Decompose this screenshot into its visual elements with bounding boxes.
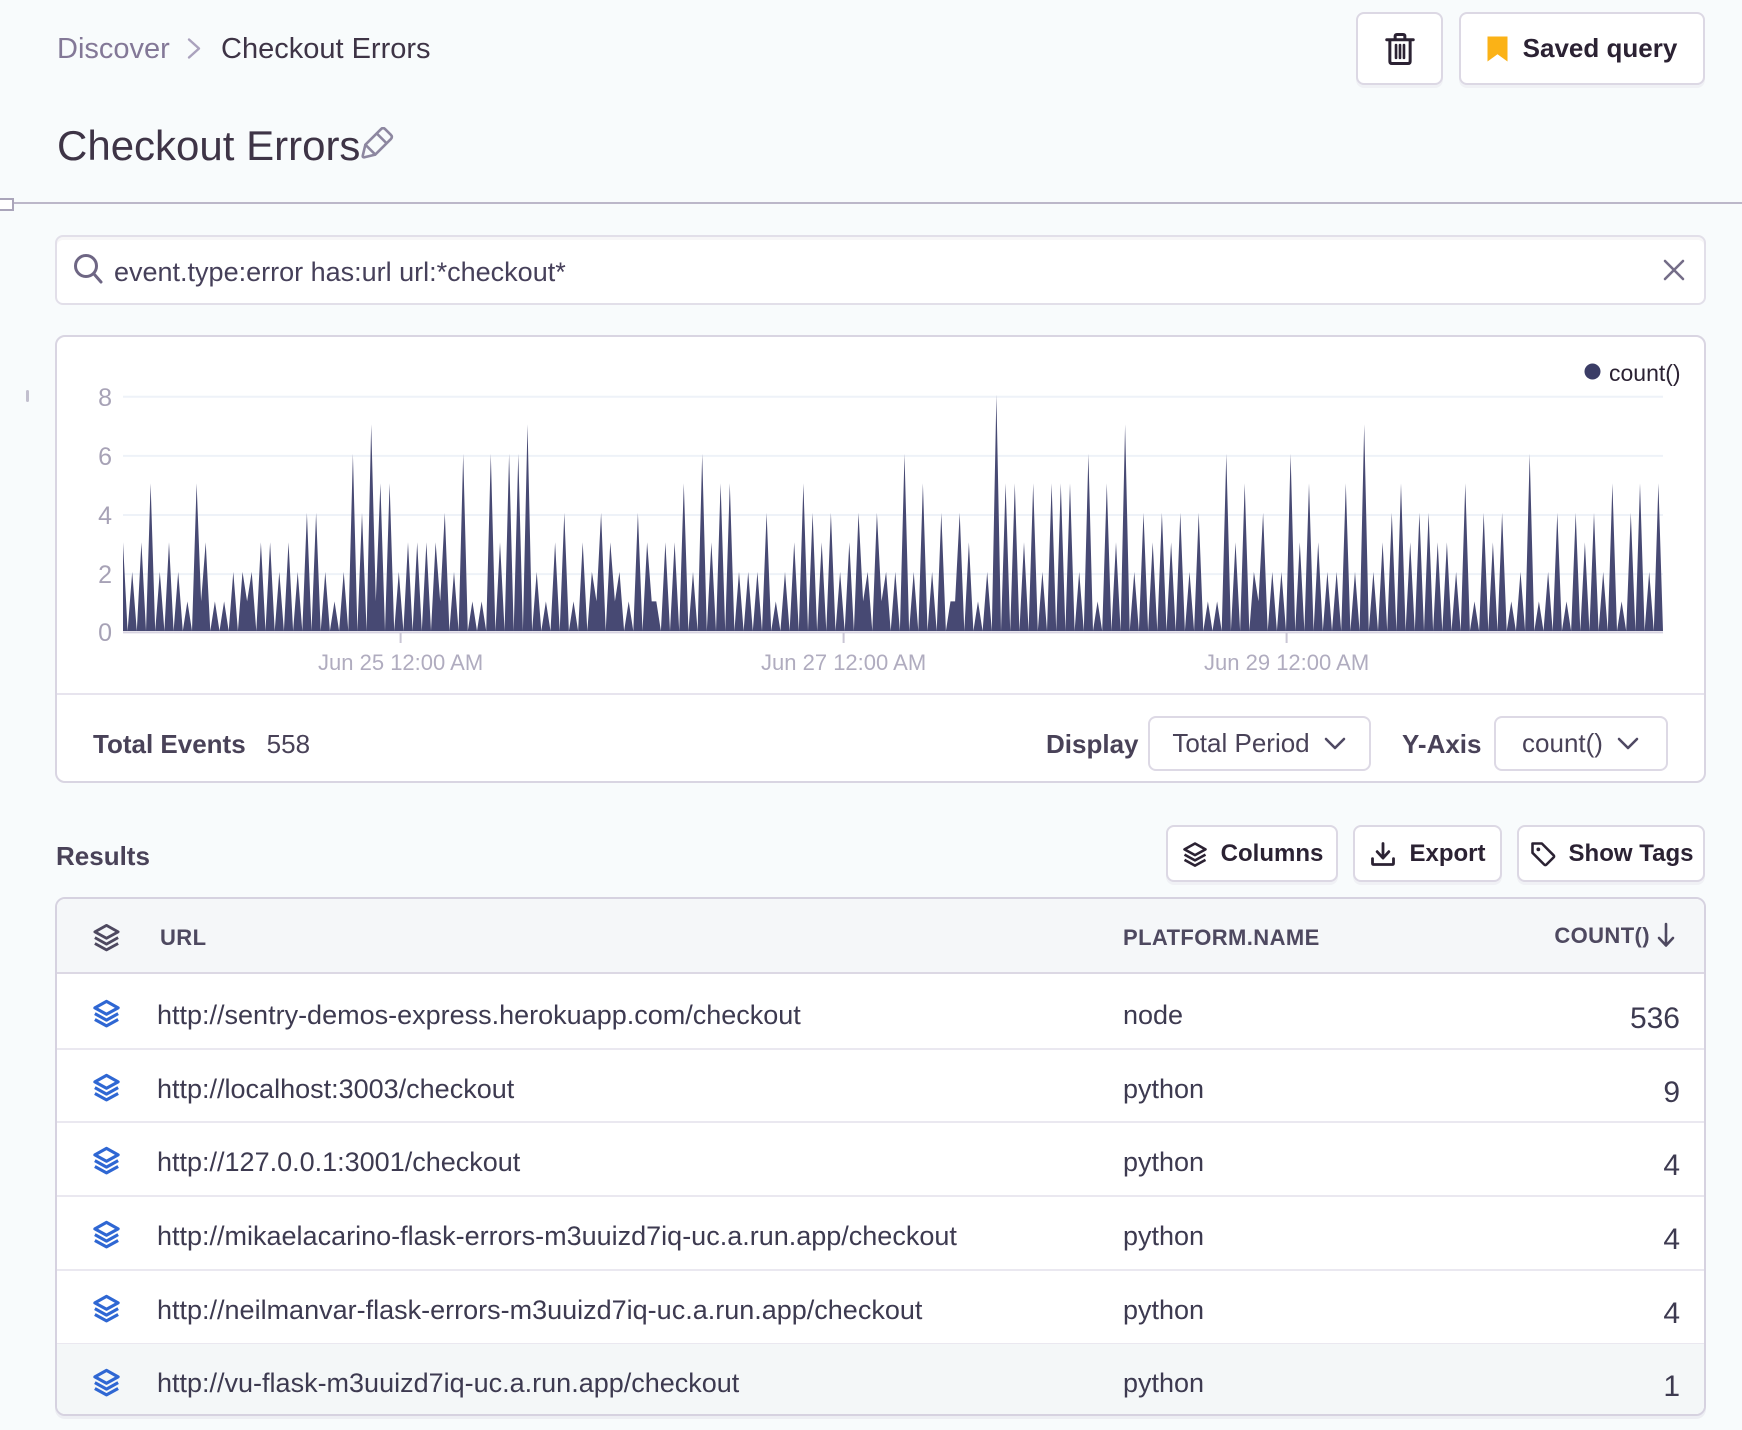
svg-text:6: 6 bbox=[98, 443, 112, 471]
svg-text:2: 2 bbox=[98, 561, 112, 589]
svg-text:Jun 25 12:00 AM: Jun 25 12:00 AM bbox=[318, 650, 483, 675]
svg-text:8: 8 bbox=[98, 384, 112, 412]
svg-text:Jun 29 12:00 AM: Jun 29 12:00 AM bbox=[1204, 650, 1369, 675]
svg-text:4: 4 bbox=[98, 502, 112, 530]
svg-text:Jun 27 12:00 AM: Jun 27 12:00 AM bbox=[761, 650, 926, 675]
svg-text:0: 0 bbox=[98, 619, 112, 647]
